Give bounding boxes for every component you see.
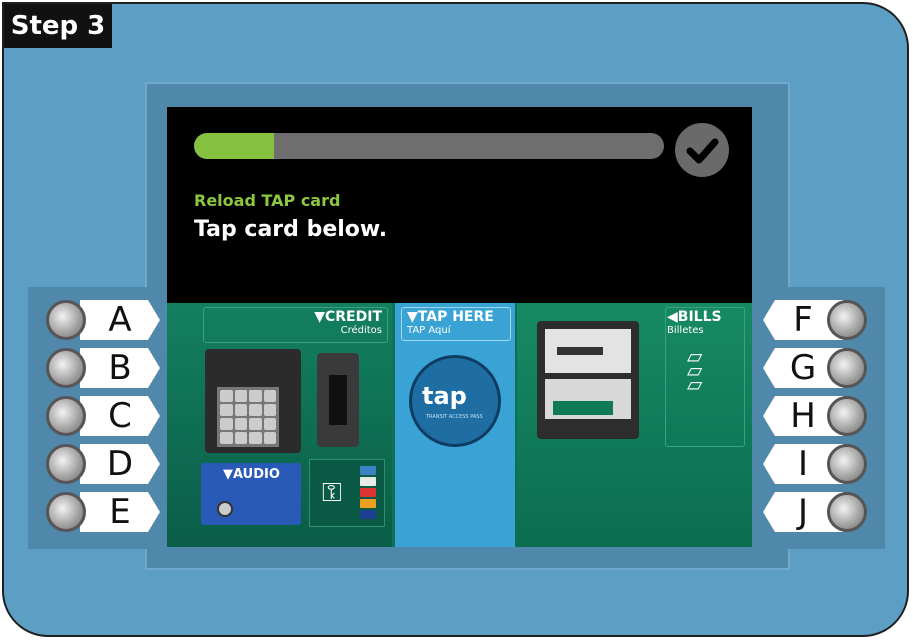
card-insert-icon: ⚿	[322, 478, 342, 508]
kiosk-screen: Reload TAP card Tap card below.	[167, 107, 752, 303]
hw-button-i[interactable]	[827, 444, 867, 484]
bills-unit: ◀BILLS Billetes ▱ ▱ ▱	[517, 303, 752, 547]
button-label-b: B	[80, 348, 160, 388]
audio-jack-icon	[217, 501, 233, 517]
tap-label-sub: TAP Aquí	[407, 325, 451, 336]
button-label-d: D	[80, 444, 160, 484]
credit-label: ▼CREDIT Créditos	[314, 309, 382, 336]
credit-label-sub: Créditos	[340, 325, 382, 336]
tap-label: ▼TAP HERE TAP Aquí	[407, 309, 494, 336]
hw-button-d[interactable]	[46, 444, 86, 484]
card-slot	[317, 353, 359, 447]
tap-tagline: TRANSIT ACCESS PASS	[426, 414, 483, 420]
audio-panel: ▼AUDIO	[201, 463, 301, 525]
hw-button-b[interactable]	[46, 348, 86, 388]
tap-label-main: ▼TAP HERE	[407, 309, 494, 325]
ticket-machine-photo: ▼CREDIT Créditos ▼AUDIO ⚿ ▼TAP HERE TAP …	[167, 303, 752, 547]
hw-button-j[interactable]	[827, 492, 867, 532]
button-label-c: C	[80, 396, 160, 436]
card-logos-icon	[360, 466, 376, 521]
hw-button-c[interactable]	[46, 396, 86, 436]
screen-subtitle: Reload TAP card	[194, 191, 341, 210]
hw-button-f[interactable]	[827, 300, 867, 340]
check-circle-icon	[675, 123, 729, 177]
bill-acceptor	[537, 321, 639, 439]
button-label-a: A	[80, 300, 160, 340]
screen-instruction: Tap card below.	[194, 217, 388, 242]
button-label-e: E	[80, 492, 160, 532]
credit-unit: ▼CREDIT Créditos ▼AUDIO ⚿	[167, 303, 392, 547]
tap-logo: tap	[422, 382, 467, 410]
credit-label-main: ▼CREDIT	[314, 309, 382, 325]
bills-icon: ▱ ▱ ▱	[687, 344, 703, 396]
step-badge: Step 3	[4, 4, 112, 48]
hw-button-a[interactable]	[46, 300, 86, 340]
bills-label: ◀BILLS Billetes	[667, 309, 722, 336]
bills-label-sub: Billetes	[667, 325, 704, 336]
hw-button-e[interactable]	[46, 492, 86, 532]
keypad-icon	[217, 387, 279, 447]
audio-label: ▼AUDIO	[223, 467, 280, 482]
hw-button-h[interactable]	[827, 396, 867, 436]
tap-reader[interactable]: tap TRANSIT ACCESS PASS	[409, 355, 501, 447]
progress-bar	[194, 133, 664, 159]
bills-label-main: ◀BILLS	[667, 309, 722, 325]
hw-button-g[interactable]	[827, 348, 867, 388]
card-logos-box: ⚿	[309, 459, 385, 527]
progress-fill	[194, 133, 274, 159]
tap-unit: ▼TAP HERE TAP Aquí tap TRANSIT ACCESS PA…	[395, 303, 515, 547]
